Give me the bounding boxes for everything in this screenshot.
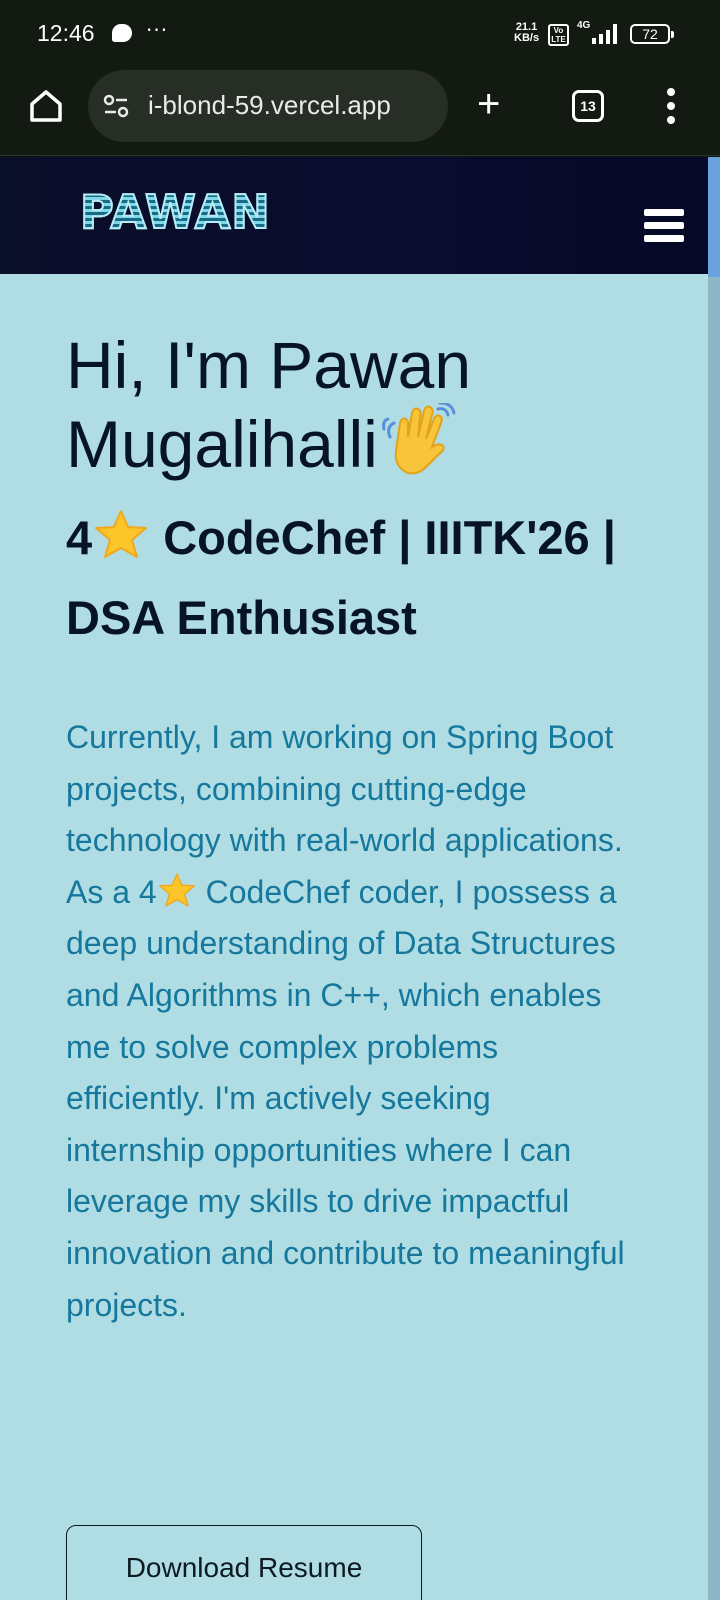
scrollbar-track[interactable] <box>708 157 720 1600</box>
status-time: 12:46 <box>37 20 95 46</box>
volte-icon: Vo LTE <box>548 24 569 46</box>
scrollbar-thumb[interactable] <box>708 157 720 277</box>
plus-icon[interactable]: + <box>477 84 500 124</box>
hero-title: Hi, I'm Pawan Mugalihalli <box>66 327 666 482</box>
subtitle-rating: 4 <box>66 511 93 564</box>
browser-toolbar: i-blond-59.vercel.app + 13 <box>0 70 720 156</box>
hero-description: Currently, I am working on Spring Boot p… <box>66 712 626 1331</box>
battery-level: 72 <box>642 26 658 42</box>
network-speed: 21.1 KB/s <box>514 22 539 44</box>
download-resume-button[interactable]: Download Resume <box>66 1525 422 1600</box>
network-speed-unit: KB/s <box>514 32 540 44</box>
hero-subtitle: 4 CodeChef | IIITK'26 | DSA Enthusiast <box>66 498 666 658</box>
url-text[interactable]: i-blond-59.vercel.app <box>148 90 391 121</box>
network-type: 4G <box>577 20 591 31</box>
tab-count: 13 <box>580 98 596 114</box>
signal-icon <box>592 24 617 44</box>
chat-notification-icon <box>112 24 132 42</box>
hamburger-icon[interactable] <box>644 209 684 243</box>
more-vert-icon[interactable] <box>666 88 676 124</box>
address-bar[interactable]: i-blond-59.vercel.app <box>88 70 448 142</box>
more-notifications-icon: ··· <box>146 18 169 42</box>
hero-section: Hi, I'm Pawan Mugalihalli 4 CodeChef | I… <box>66 327 666 1331</box>
site-logo[interactable]: PAWAN <box>79 184 271 240</box>
web-page: PAWAN Hi, I'm Pawan Mugalihalli 4 CodeCh… <box>0 157 708 1600</box>
description-part2: CodeChef coder, I possess a deep underst… <box>66 873 625 1323</box>
status-bar: 12:46 ··· 21.1 KB/s Vo LTE 4G 72 <box>0 0 720 70</box>
tune-icon[interactable] <box>103 94 129 118</box>
star-icon <box>158 873 195 907</box>
site-navbar: PAWAN <box>0 157 708 274</box>
star-icon <box>95 510 148 558</box>
tabs-icon[interactable]: 13 <box>572 90 604 122</box>
home-icon[interactable] <box>26 86 66 126</box>
waving-hand-icon <box>381 403 456 475</box>
battery-icon: 72 <box>630 24 674 44</box>
hero-title-line1: Hi, I'm Pawan <box>66 328 472 402</box>
hero-title-line2: Mugalihalli <box>66 407 378 481</box>
